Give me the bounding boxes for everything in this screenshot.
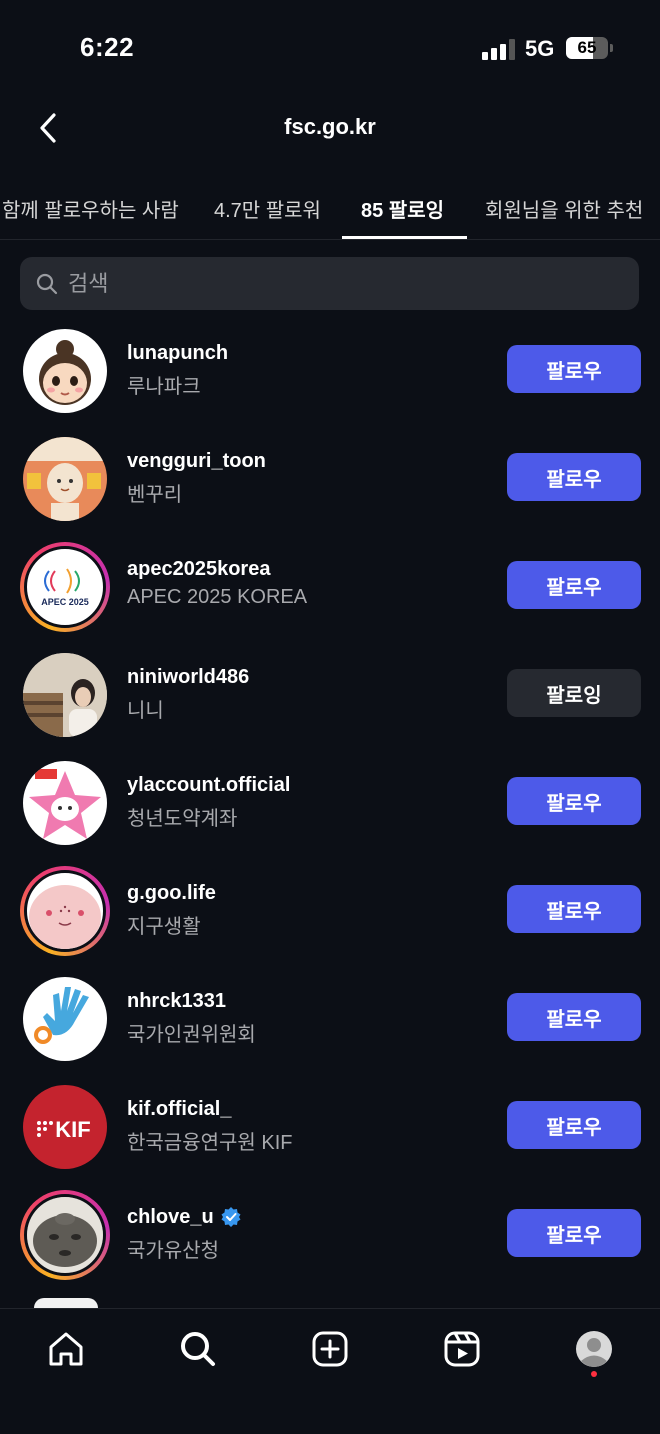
page-title: fsc.go.kr xyxy=(284,114,376,139)
search-bar[interactable] xyxy=(20,257,639,310)
tab-suggested[interactable]: 회원님을 위한 추천 xyxy=(485,194,643,223)
avatar[interactable] xyxy=(20,326,110,416)
notification-dot xyxy=(591,1371,597,1377)
avatar[interactable] xyxy=(20,1190,110,1280)
avatar[interactable]: KIF xyxy=(20,1082,110,1172)
username[interactable]: g.goo.life xyxy=(127,882,216,905)
username[interactable]: nhrck1331 xyxy=(127,990,226,1013)
pink-blob-avatar xyxy=(29,885,101,949)
follow-button[interactable]: 팔로우 xyxy=(507,345,641,393)
follow-button[interactable]: 팔로우 xyxy=(507,777,641,825)
follow-button[interactable]: 팔로우 xyxy=(507,453,641,501)
username[interactable]: niniworld486 xyxy=(127,666,249,689)
username[interactable]: apec2025korea xyxy=(127,558,270,581)
avatar[interactable] xyxy=(20,758,110,848)
list-item[interactable]: niniworld486 니니 팔로잉 xyxy=(0,640,660,748)
star-mascot-avatar xyxy=(29,769,101,839)
create-icon[interactable] xyxy=(310,1329,350,1369)
display-name: 니니 xyxy=(127,700,164,722)
next-avatar-peek xyxy=(34,1298,98,1308)
verified-badge-icon xyxy=(221,1207,241,1227)
follow-button[interactable]: 팔로우 xyxy=(507,993,641,1041)
kif-logo-text: KIF xyxy=(55,1117,90,1142)
follow-button[interactable]: 팔로우 xyxy=(507,885,641,933)
signal-icon xyxy=(482,38,516,60)
tab-followers[interactable]: 4.7만 팔로워 xyxy=(214,194,321,223)
display-name: 한국금융연구원 KIF xyxy=(127,1132,293,1154)
username[interactable]: chlove_u xyxy=(127,1206,214,1229)
search-icon xyxy=(36,273,58,295)
active-tab-indicator xyxy=(342,236,467,239)
search-icon[interactable] xyxy=(178,1329,218,1369)
search-input[interactable] xyxy=(68,257,608,310)
display-name: 루나파크 xyxy=(127,376,201,398)
home-icon[interactable] xyxy=(46,1329,86,1369)
following-button[interactable]: 팔로잉 xyxy=(507,669,641,717)
username[interactable]: vengguri_toon xyxy=(127,450,266,473)
display-name: 벤꾸리 xyxy=(127,484,183,506)
avatar[interactable] xyxy=(20,974,110,1064)
display-name: 국가인권위원회 xyxy=(127,1024,256,1046)
battery-icon: 65 xyxy=(566,37,608,59)
hand-logo-avatar xyxy=(34,987,89,1044)
follow-button[interactable]: 팔로우 xyxy=(507,561,641,609)
list-item[interactable]: KIF kif.official_ 한국금융연구원 KIF 팔로우 xyxy=(0,1072,660,1180)
avatar[interactable]: APEC 2025 xyxy=(20,542,110,632)
avatar[interactable] xyxy=(20,866,110,956)
list-item[interactable]: ylaccount.official 청년도약계좌 팔로우 xyxy=(0,748,660,856)
list-item[interactable]: chlove_u 국가유산청 팔로우 xyxy=(0,1180,660,1288)
cartoon-girl-avatar xyxy=(39,340,91,405)
list-item[interactable]: nhrck1331 국가인권위원회 팔로우 xyxy=(0,964,660,1072)
display-name: APEC 2025 KOREA xyxy=(127,586,308,608)
tab-bar: 함께 팔로우하는 사람 4.7만 팔로워 85 팔로잉 회원님을 위한 추천 xyxy=(0,180,660,240)
display-name: 지구생활 xyxy=(127,916,201,938)
display-name: 국가유산청 xyxy=(127,1240,219,1262)
follow-button[interactable]: 팔로우 xyxy=(507,1101,641,1149)
status-time: 6:22 xyxy=(80,32,135,62)
list-item[interactable]: vengguri_toon 벤꾸리 팔로우 xyxy=(0,424,660,532)
username[interactable]: lunapunch xyxy=(127,342,228,365)
list-item[interactable]: APEC 2025 apec2025korea APEC 2025 KOREA … xyxy=(0,532,660,640)
list-item[interactable]: g.goo.life 지구생활 팔로우 xyxy=(0,856,660,964)
apec-logo-avatar: APEC 2025 xyxy=(41,568,89,607)
apec-logo-text: APEC 2025 xyxy=(41,597,89,607)
username[interactable]: ylaccount.official xyxy=(127,774,290,797)
display-name: 청년도약계좌 xyxy=(127,808,238,830)
cartoon-character-avatar xyxy=(23,437,107,521)
tab-following[interactable]: 85 팔로잉 xyxy=(361,194,444,223)
follow-button[interactable]: 팔로우 xyxy=(507,1209,641,1257)
header: fsc.go.kr xyxy=(0,96,660,160)
bottom-nav xyxy=(0,1308,660,1434)
username[interactable]: kif.official_ xyxy=(127,1098,231,1121)
network-label: 5G xyxy=(525,36,555,61)
avatar[interactable] xyxy=(20,650,110,740)
kif-logo-avatar: KIF xyxy=(37,1117,91,1142)
battery-level: 65 xyxy=(577,38,597,57)
list-item[interactable]: lunapunch 루나파크 팔로우 xyxy=(0,316,660,424)
status-bar: 6:22 5G 65 xyxy=(0,0,660,96)
stone-face-avatar xyxy=(27,1197,103,1273)
profile-icon[interactable] xyxy=(574,1329,614,1369)
avatar[interactable] xyxy=(20,434,110,524)
photo-avatar xyxy=(23,653,107,737)
tab-mutual-followers[interactable]: 함께 팔로우하는 사람 xyxy=(2,194,179,223)
reels-icon[interactable] xyxy=(442,1329,482,1369)
